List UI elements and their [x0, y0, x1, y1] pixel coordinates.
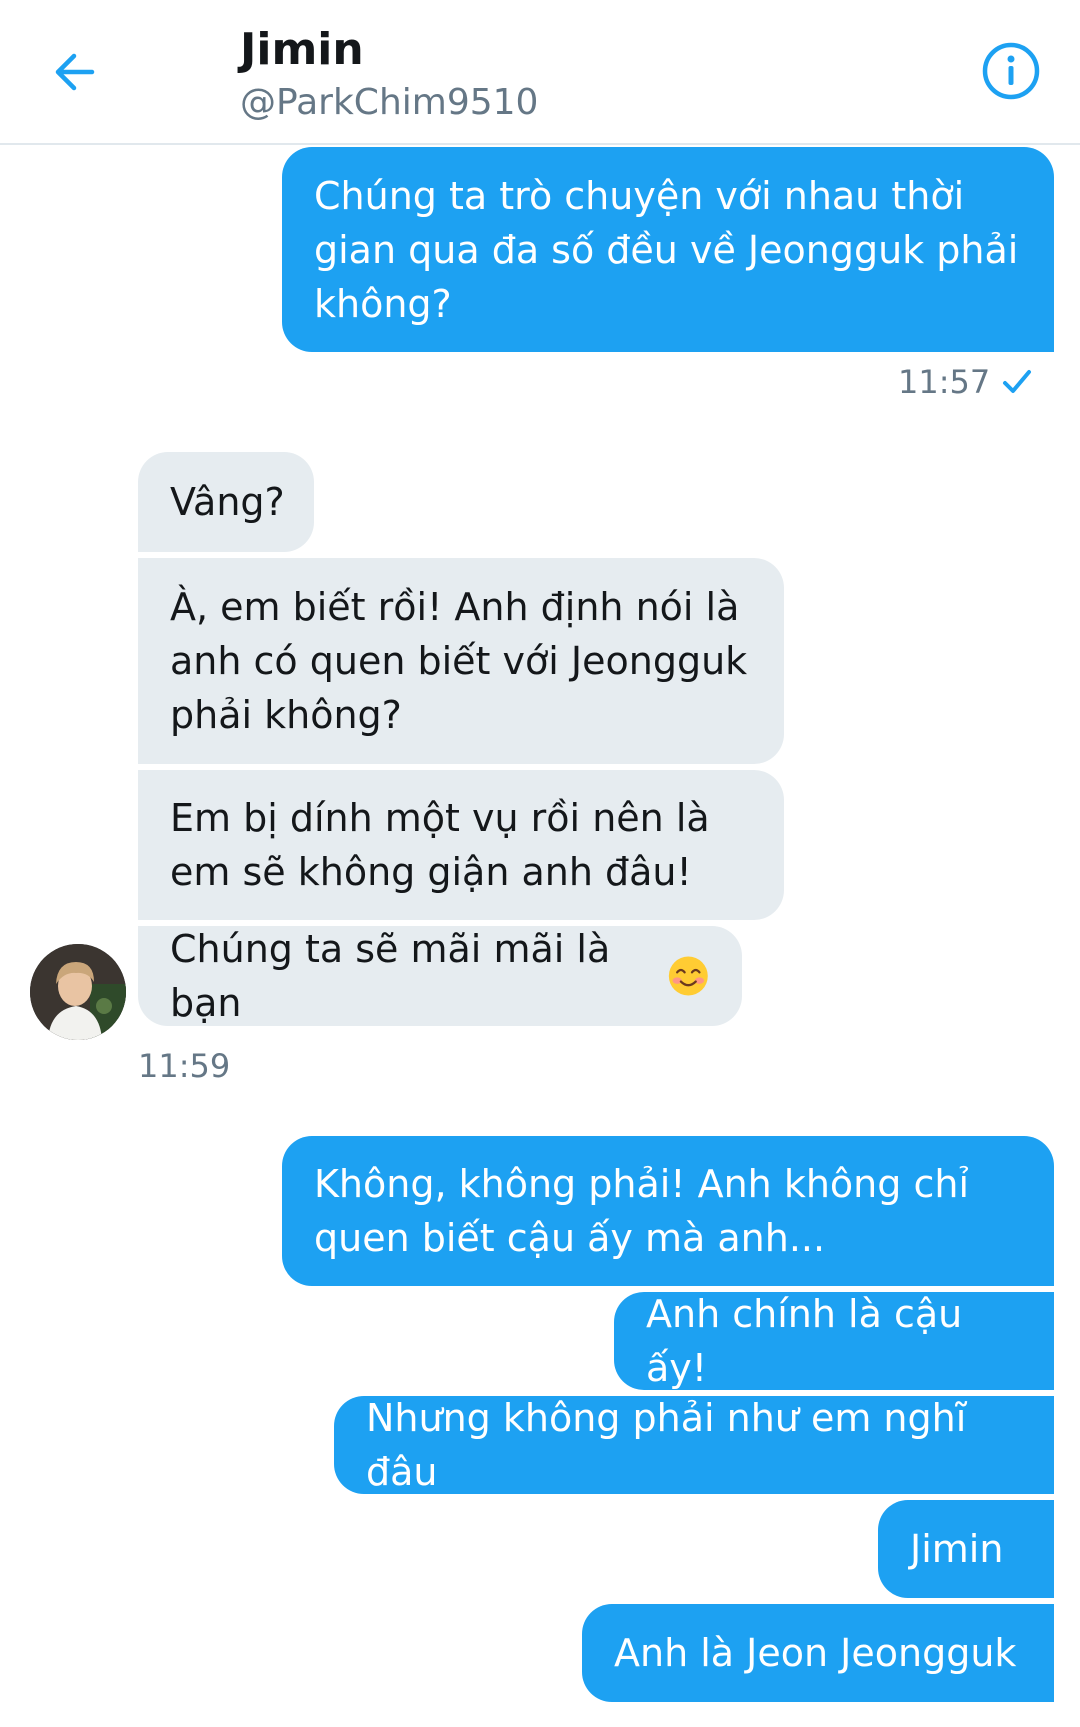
back-arrow-icon	[55, 53, 95, 91]
outgoing-message[interactable]: Nhưng không phải như em nghĩ đâu	[334, 1396, 1054, 1494]
message-text: Vâng?	[170, 480, 285, 524]
smiling-face-emoji	[669, 956, 709, 996]
message-text: Anh chính là cậu ấy!	[646, 1292, 963, 1390]
back-button[interactable]	[44, 42, 104, 102]
outgoing-message[interactable]: Không, không phải! Anh không chỉ quen bi…	[282, 1136, 1054, 1286]
message-timestamp: 11:59	[138, 1047, 231, 1085]
incoming-message[interactable]: À, em biết rồi! Anh định nói là anh có q…	[138, 558, 784, 764]
message-text: Chúng ta trò chuyện với nhau thời gian q…	[314, 173, 1019, 326]
contact-avatar[interactable]	[30, 944, 126, 1040]
message-text: Jimin	[910, 1527, 1004, 1571]
message-timestamp: 11:57	[898, 363, 991, 401]
checkmark-icon	[1003, 370, 1031, 393]
incoming-message[interactable]: Em bị dính một vụ rồi nên là em sẽ không…	[138, 770, 784, 920]
conversation-header: Jimin @ParkChim9510	[0, 0, 1080, 145]
message-text: Nhưng không phải như em nghĩ đâu	[366, 1396, 967, 1494]
dm-conversation-screen: Jimin @ParkChim9510 Chúng ta trò chuyện …	[0, 0, 1080, 1727]
outgoing-message[interactable]: Jimin	[878, 1500, 1054, 1598]
message-text: À, em biết rồi! Anh định nói là anh có q…	[170, 585, 748, 737]
contact-name: Jimin	[240, 24, 364, 75]
contact-handle: @ParkChim9510	[240, 82, 539, 123]
outgoing-message[interactable]: Chúng ta trò chuyện với nhau thời gian q…	[282, 147, 1054, 352]
message-text: Không, không phải! Anh không chỉ quen bi…	[314, 1162, 969, 1260]
info-icon	[982, 42, 1040, 100]
outgoing-message[interactable]: Anh là Jeon Jeongguk	[582, 1604, 1054, 1702]
message-text: Em bị dính một vụ rồi nên là em sẽ không…	[170, 796, 710, 894]
message-text: Chúng ta sẽ mãi mãi là bạn	[170, 927, 611, 1025]
profile-photo	[30, 944, 126, 1040]
info-button[interactable]	[980, 40, 1042, 102]
incoming-message[interactable]: Chúng ta sẽ mãi mãi là bạn	[138, 926, 742, 1026]
outgoing-message[interactable]: Anh chính là cậu ấy!	[614, 1292, 1054, 1390]
conversation-title-block[interactable]: Jimin @ParkChim9510	[240, 22, 538, 126]
message-text: Anh là Jeon Jeongguk	[614, 1631, 1017, 1675]
incoming-message[interactable]: Vâng?	[138, 452, 314, 552]
